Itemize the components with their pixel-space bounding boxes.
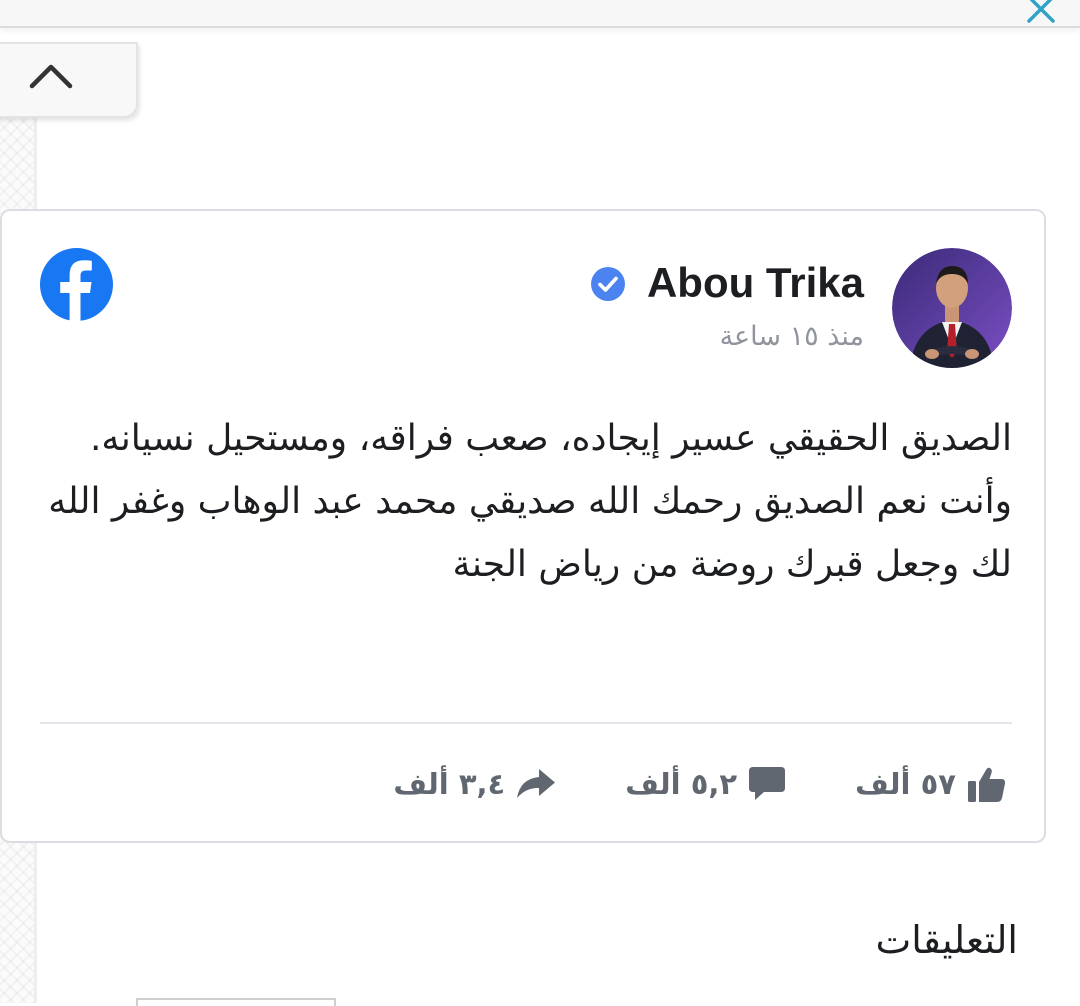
- top-bar: [0, 0, 1080, 28]
- chevron-up-icon: [29, 64, 73, 89]
- post-paragraph: وأنت نعم الصديق رحمك الله صديقي محمد عبد…: [48, 481, 1012, 585]
- comment-button[interactable]: ٥,٢ ألف: [625, 767, 786, 801]
- post-actions-bar: ٥٧ ألف ٥,٢ ألف ٣,٤ ألف: [393, 759, 1006, 809]
- collapse-toggle-button[interactable]: [0, 42, 138, 118]
- close-icon: [1027, 0, 1055, 23]
- post-text: الصديق الحقيقي عسير إيجاده، صعب فراقه، و…: [40, 407, 1012, 596]
- share-arrow-icon: [517, 769, 556, 798]
- likes-count: ٥٧ ألف: [855, 767, 956, 801]
- comment-icon: [749, 767, 786, 800]
- post-paragraph: الصديق الحقيقي عسير إيجاده، صعب فراقه، و…: [89, 418, 1012, 459]
- author-name[interactable]: Abou Trika: [647, 258, 864, 308]
- shares-count: ٣,٤ ألف: [393, 767, 506, 801]
- thumbs-up-icon: [968, 767, 1006, 802]
- close-button[interactable]: [1024, 0, 1058, 26]
- comment-input[interactable]: [136, 998, 336, 1006]
- share-button[interactable]: ٣,٤ ألف: [393, 767, 556, 801]
- facebook-logo-icon[interactable]: [40, 248, 113, 321]
- embedded-post-card: Abou Trika منذ ١٥ ساعة الصديق الحقيقي عس…: [0, 209, 1046, 843]
- post-timestamp[interactable]: منذ ١٥ ساعة: [720, 319, 864, 355]
- comments-count: ٥,٢ ألف: [625, 767, 738, 801]
- like-button[interactable]: ٥٧ ألف: [855, 766, 1006, 802]
- verified-badge-icon: [591, 267, 625, 301]
- post-divider: [40, 722, 1012, 724]
- author-avatar[interactable]: [892, 248, 1012, 368]
- comments-heading: التعليقات: [875, 918, 1018, 962]
